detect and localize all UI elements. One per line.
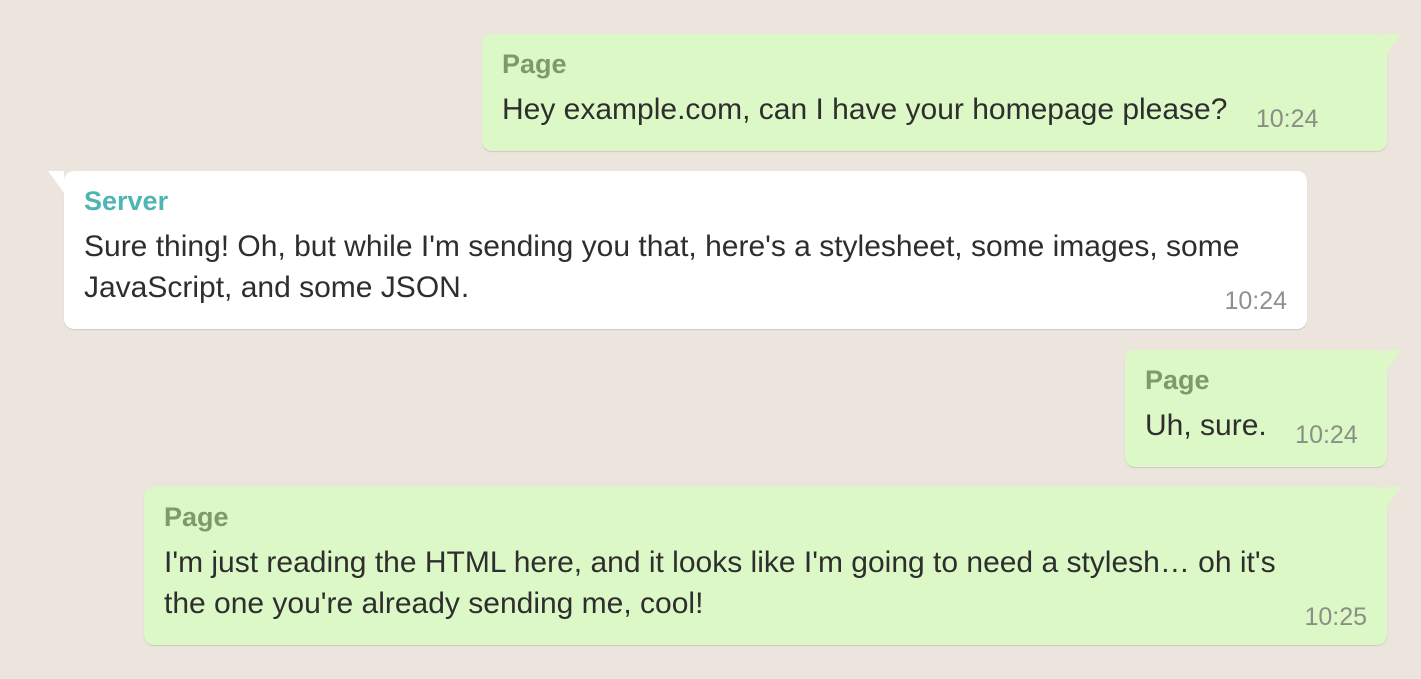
message-text: Uh, sure. [1145, 409, 1267, 442]
sender-name: Page [1145, 365, 1210, 395]
message-bubble-page: Page Uh, sure. 10:24 [1125, 350, 1401, 467]
message-timestamp: 10:24 [1295, 421, 1358, 449]
message-body: I'm just reading the HTML here, and it l… [164, 542, 1367, 631]
message-body: Sure thing! Oh, but while I'm sending yo… [84, 226, 1287, 315]
message-bubble-server: Server Sure thing! Oh, but while I'm sen… [48, 171, 1307, 329]
message-body: Uh, sure. 10:24 [1145, 405, 1367, 449]
sender-name: Page [164, 502, 229, 532]
message-text: Sure thing! Oh, but while I'm sending yo… [84, 230, 1240, 304]
message-bubble-page: Page Hey example.com, can I have your ho… [482, 34, 1401, 151]
message-bubble-page: Page I'm just reading the HTML here, and… [144, 487, 1401, 645]
message-timestamp: 10:25 [1304, 603, 1367, 631]
message-timestamp: 10:24 [1255, 105, 1319, 133]
message-timestamp: 10:24 [1224, 287, 1287, 315]
message-text: I'm just reading the HTML here, and it l… [164, 546, 1276, 620]
sender-name: Page [502, 49, 567, 79]
message-text: Hey example.com, can I have your homepag… [502, 93, 1228, 126]
message-body: Hey example.com, can I have your homepag… [502, 89, 1367, 133]
sender-name: Server [84, 186, 169, 216]
